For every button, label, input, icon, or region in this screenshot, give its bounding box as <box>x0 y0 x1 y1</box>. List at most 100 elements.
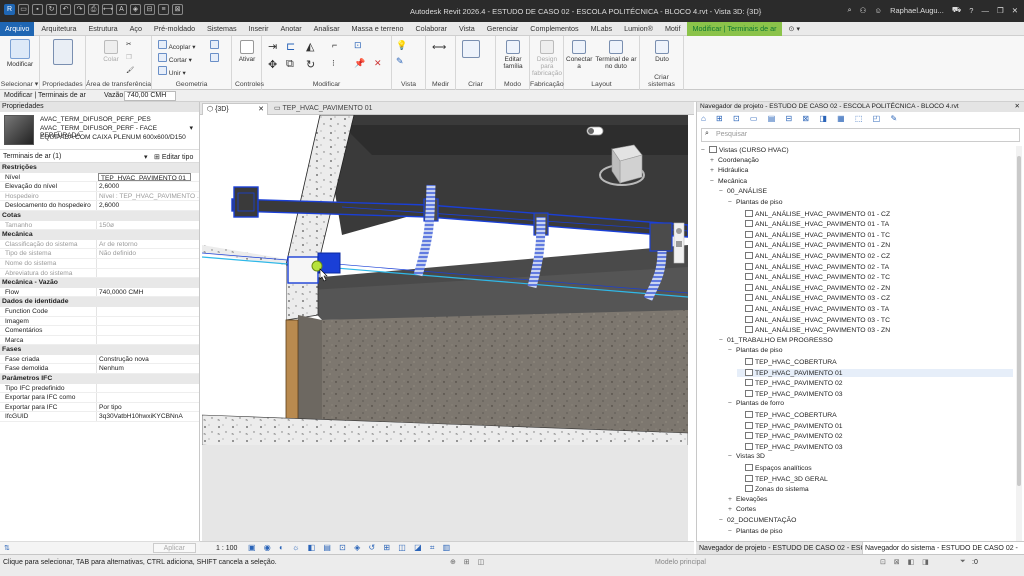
instance-filter[interactable]: Terminais de ar (1) <box>3 153 61 160</box>
view-controls-icons[interactable]: ▣ ◉ ◐ ☼ ◧ ▤ ⊡ ◈ ↺ ⊞ ◫ ◪ ⌗ ▥ <box>248 543 453 553</box>
tree-expander-icon[interactable]: + <box>728 506 736 513</box>
visibility-icon[interactable]: 💡 <box>396 40 407 51</box>
property-row[interactable]: Comentários <box>0 326 199 336</box>
move-icon[interactable]: ✥ <box>268 58 277 71</box>
view-tab-3d[interactable]: ⬡ {3D} ✕ <box>202 103 268 115</box>
copy-icon[interactable]: ❐ <box>126 53 132 61</box>
help-icon[interactable]: ? <box>969 6 973 15</box>
property-row[interactable]: Nível TEP_HVAC_PAVIMENTO 01 <box>0 172 199 183</box>
tree-node[interactable]: ANL_ANÁLISE_HVAC_PAVIMENTO 01 - ZN <box>737 241 890 249</box>
tree-node[interactable]: TEP_HVAC_PAVIMENTO 02 <box>737 432 843 440</box>
tab-aco[interactable]: Aço <box>125 22 147 36</box>
property-value[interactable]: 2,6000 <box>96 201 199 210</box>
undo-icon[interactable]: ↶ <box>60 4 71 15</box>
tab-sistemas[interactable]: Sistemas <box>202 22 242 36</box>
tree-node[interactable]: ANL_ANÁLISE_HVAC_PAVIMENTO 02 - TC <box>737 273 890 281</box>
3d-viewport[interactable] <box>202 115 688 541</box>
tree-node[interactable]: TEP_HVAC_COBERTURA <box>737 358 837 366</box>
close-tab-icon[interactable]: ✕ <box>258 104 264 115</box>
property-value[interactable]: Por tipo <box>96 402 199 412</box>
tab-extra-icon[interactable]: ⊙ ▾ <box>783 22 805 36</box>
tree-node[interactable]: TEP_HVAC_PAVIMENTO 03 <box>737 442 843 451</box>
property-row[interactable]: Tipo de sistema Não definido <box>0 249 199 259</box>
pin-icon[interactable]: 📌 <box>354 58 365 69</box>
tree-node[interactable]: + Hidráulica <box>710 167 748 174</box>
property-section[interactable]: Fases <box>0 345 199 355</box>
property-section[interactable]: Mecânica <box>0 230 199 240</box>
tree-expander-icon[interactable]: − <box>710 178 718 185</box>
tree-node[interactable]: TEP_HVAC_COBERTURA <box>737 411 837 419</box>
property-value[interactable] <box>96 326 199 335</box>
tab-arquitetura[interactable]: Arquitetura <box>36 22 81 36</box>
tab-mlabs[interactable]: MLabs <box>586 22 618 36</box>
scale-icon[interactable]: ⊡ <box>354 40 362 51</box>
tree-node[interactable]: −01_TRABALHO EM PROGRESSO <box>719 337 833 344</box>
tab-massa-terreno[interactable]: Massa e terreno <box>347 22 409 36</box>
tree-node[interactable]: ANL_ANÁLISE_HVAC_PAVIMENTO 01 - TC <box>737 230 890 239</box>
property-value[interactable]: TEP_HVAC_PAVIMENTO 01 <box>98 172 191 182</box>
tree-expander-icon[interactable]: − <box>728 199 736 206</box>
tree-node[interactable]: −00_ANÁLISE <box>719 188 767 195</box>
property-row[interactable]: Nome do sistema <box>0 258 199 269</box>
tree-node[interactable]: + Cortes <box>728 506 756 513</box>
user-icon[interactable]: ☺ <box>874 6 882 15</box>
tree-node[interactable]: ANL_ANÁLISE_HVAC_PAVIMENTO 01 - CZ <box>737 209 890 218</box>
search-icon[interactable]: ⌕ <box>847 5 851 15</box>
tree-node[interactable]: TEP_HVAC_3D GERAL <box>737 474 828 483</box>
tree-node[interactable]: ANL_ANÁLISE_HVAC_PAVIMENTO 02 - ZN <box>737 283 890 292</box>
tree-node[interactable]: TEP_HVAC_PAVIMENTO 01 <box>737 368 1013 377</box>
join-button[interactable]: Unir ▾ <box>158 66 186 77</box>
property-row[interactable]: Tipo IFC predefinido <box>0 383 199 394</box>
tree-expander-icon[interactable]: + <box>710 157 718 164</box>
tree-node[interactable]: − Plantas de piso <box>728 347 782 354</box>
user-name[interactable]: Raphael.Augu... <box>890 6 944 15</box>
3d-view-icon[interactable]: ◈ <box>130 4 141 15</box>
redo-icon[interactable]: ↷ <box>74 4 85 15</box>
tab-lumion[interactable]: Lumion® <box>619 22 658 36</box>
tab-modificar-terminais[interactable]: Modificar | Terminais de ar <box>687 22 782 36</box>
property-row[interactable]: Fase demolida Nenhum <box>0 364 199 375</box>
tab-inserir[interactable]: Inserir <box>244 22 274 36</box>
copy-element-icon[interactable]: ⧉ <box>286 58 294 71</box>
cart-icon[interactable]: ⛟ <box>952 5 961 15</box>
duct-tee-3[interactable] <box>649 222 673 252</box>
tree-node[interactable]: − Plantas de forro <box>728 400 784 407</box>
select-label[interactable]: Selecionar ▾ <box>0 80 39 88</box>
property-section[interactable]: Restrições <box>0 163 199 173</box>
modify-button[interactable]: Modificar <box>4 39 36 68</box>
tree-node[interactable]: − Vistas 3D <box>728 453 765 460</box>
tree-expander-icon[interactable]: − <box>719 188 727 195</box>
properties-help-icon[interactable]: ⇅ <box>4 544 10 552</box>
align-icon[interactable]: ⇥ <box>268 40 277 53</box>
cope-button[interactable]: Acoplar ▾ <box>158 40 196 51</box>
property-value[interactable] <box>96 383 199 393</box>
property-value[interactable]: Nenhum <box>96 364 199 374</box>
browser-tab-project[interactable]: Navegador de projeto - ESTUDO DE CASO 02… <box>699 545 881 552</box>
apply-button[interactable]: Aplicar <box>152 543 196 553</box>
duct-button[interactable]: Duto <box>650 40 674 63</box>
property-value[interactable] <box>96 316 199 326</box>
close-icon[interactable]: ✕ <box>1012 6 1018 15</box>
tree-node[interactable]: ANL_ANÁLISE_HVAC_PAVIMENTO 03 - TC <box>737 315 890 324</box>
connect-to-button[interactable]: Conectar a <box>566 40 592 70</box>
property-row[interactable]: Function Code <box>0 306 199 317</box>
rotate-icon[interactable]: ↻ <box>306 58 315 71</box>
view-tab-plan[interactable]: ▭ TEP_HVAC_PAVIMENTO 01 <box>270 103 400 115</box>
tree-node[interactable]: TEP_HVAC_PAVIMENTO 03 <box>737 389 843 398</box>
property-section[interactable]: Cotas <box>0 210 199 221</box>
property-row[interactable]: Exportar para IFC Por tipo <box>0 402 199 413</box>
tree-expander-icon[interactable]: − <box>728 347 736 354</box>
selection-filter-icons[interactable]: ⊡ ⊠ ◧ ◨ <box>880 558 932 566</box>
property-row[interactable]: Fase criada Construção nova <box>0 354 199 365</box>
tab-vista[interactable]: Vista <box>454 22 480 36</box>
tree-expander-icon[interactable]: − <box>728 453 736 460</box>
tree-expander-icon[interactable]: − <box>701 147 709 154</box>
text-icon[interactable]: A <box>116 4 127 15</box>
trim-icon[interactable]: ⌐ <box>332 40 337 50</box>
match-props-icon[interactable]: 🖌 <box>126 66 134 74</box>
property-row[interactable]: Imagem <box>0 316 199 327</box>
tree-node[interactable]: − Vistas (CURSO HVAC) <box>701 146 789 154</box>
tree-expander-icon[interactable]: − <box>719 517 727 524</box>
tab-colaborar[interactable]: Colaborar <box>410 22 452 36</box>
property-section[interactable]: Parâmetros IFC <box>0 374 199 384</box>
